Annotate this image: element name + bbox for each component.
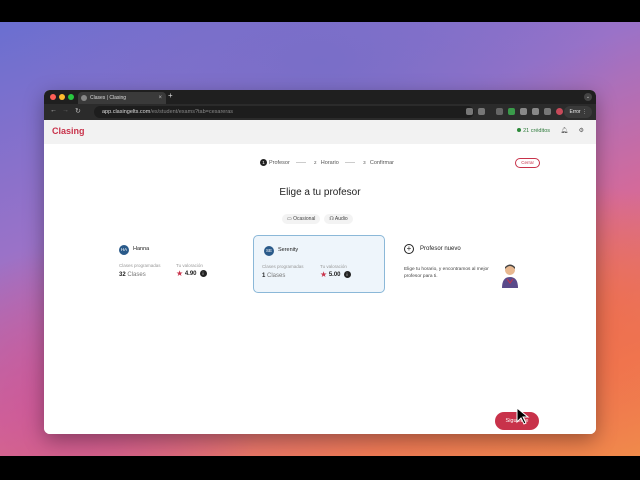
classes-count: 1 Clases: [262, 273, 285, 279]
classes-label: Clases programadas: [119, 263, 161, 268]
error-button[interactable]: Error ⋮: [564, 106, 592, 118]
app-header: Clasing 21 créditos 🔔︎ ⚙︎: [44, 120, 596, 144]
url-host: app.clasingelts.com: [102, 109, 151, 115]
stepper: 1 Profesor 2 Horario 3 Confirmar: [260, 159, 400, 166]
credits-badge[interactable]: 21 créditos: [517, 128, 550, 134]
step-number: 1: [260, 159, 267, 166]
rating: ★ 4.90 i: [176, 269, 207, 278]
rating-value: 5.00: [328, 272, 341, 279]
classes-value: 32: [119, 272, 126, 278]
profile-icon[interactable]: [556, 108, 563, 115]
info-icon[interactable]: i: [343, 271, 351, 278]
tab-search-icon[interactable]: ⌄: [584, 93, 592, 101]
desktop-wallpaper: Clases | Clasing × + ⌄ ← → ↻ app.clasing…: [0, 22, 640, 456]
step-separator: [295, 162, 306, 164]
puzzle-icon[interactable]: [532, 108, 539, 115]
close-tab-icon[interactable]: ×: [158, 92, 162, 104]
modal-title: Elige a tu profesor: [279, 187, 361, 198]
rating-label: Tu valoración: [176, 263, 203, 268]
maximize-window-button[interactable]: [68, 94, 74, 100]
reload-icon[interactable]: ↻: [75, 107, 81, 115]
step-label: Horario: [320, 160, 339, 166]
teacher-card-hanna[interactable]: HA Hanna Clases programadas Tu valoració…: [109, 235, 241, 293]
classes-unit: Clases: [267, 273, 286, 279]
classes-count: 32 Clases: [119, 272, 146, 278]
browser-toolbar: ← → ↻ app.clasingelts.com/es/student/exa…: [44, 104, 596, 120]
star-icon: ★: [176, 269, 184, 278]
rating: ★ 5.00 i: [320, 270, 351, 279]
bookmark-star-icon[interactable]: [478, 108, 485, 115]
close-window-button[interactable]: [50, 94, 56, 100]
step-label: Profesor: [269, 160, 290, 166]
step-number: 3: [363, 160, 366, 165]
extension-icon[interactable]: [496, 108, 503, 115]
rating-value: 4.90: [184, 271, 197, 278]
filter-occasional[interactable]: ▭ Ocasional: [282, 214, 321, 224]
step-separator: [344, 162, 355, 164]
url-path: /es/student/exams?tab=cesareras: [150, 109, 234, 115]
minimize-window-button[interactable]: [59, 94, 65, 100]
step-schedule: 2 Horario: [312, 159, 339, 166]
classes-unit: Clases: [127, 272, 146, 278]
teacher-illustration-icon: [502, 264, 518, 288]
new-teacher-title: Profesor nuevo: [420, 246, 461, 252]
favicon-icon: [81, 95, 87, 101]
class-type-filters: ▭ Ocasional ☊ Audio: [282, 207, 357, 225]
teacher-name: Serenity: [278, 247, 299, 253]
clasing-logo[interactable]: Clasing: [52, 126, 85, 136]
step-confirm: 3 Confirmar: [361, 159, 394, 166]
credits-label: 21 créditos: [523, 128, 550, 134]
new-tab-icon[interactable]: +: [168, 91, 173, 100]
extension-green-icon[interactable]: [508, 108, 515, 115]
back-icon[interactable]: ←: [50, 107, 57, 114]
classes-label: Clases programadas: [262, 264, 304, 269]
sidebar-icon[interactable]: [544, 108, 551, 115]
tab-title: Clases | Clasing: [90, 95, 127, 101]
info-icon[interactable]: i: [199, 270, 207, 277]
forward-icon[interactable]: →: [62, 107, 69, 114]
extension-square-icon[interactable]: [520, 108, 527, 115]
key-icon[interactable]: [466, 108, 473, 115]
rating-label: Tu valoración: [320, 264, 347, 269]
teacher-card-serenity[interactable]: SE Serenity Clases programadas Tu valora…: [253, 235, 385, 293]
step-label: Confirmar: [369, 160, 394, 166]
teacher-avatar: SE: [264, 246, 274, 256]
logo-text: Clasing: [52, 126, 85, 136]
filter-audio[interactable]: ☊ Audio: [324, 214, 353, 224]
teacher-name: Hanna: [133, 246, 150, 252]
step-number: 2: [314, 160, 317, 165]
new-teacher-description: Elige tu horario, y encontramos al mejor…: [404, 267, 489, 279]
filter-label: Audio: [334, 216, 348, 222]
address-bar[interactable]: app.clasingelts.com/es/student/exams?tab…: [94, 106, 474, 118]
error-label: Error: [569, 109, 581, 115]
filter-label: Ocasional: [293, 216, 316, 222]
mouse-cursor-icon: [516, 407, 530, 425]
tab-bar: Clases | Clasing × + ⌄: [44, 90, 596, 104]
credits-icon: [517, 128, 522, 132]
notification-bell-icon[interactable]: 🔔︎: [560, 127, 568, 134]
star-icon: ★: [320, 270, 328, 279]
choose-teacher-modal: 1 Profesor 2 Horario 3 Confirmar Cerrar Elige…: [44, 144, 596, 434]
browser-tab[interactable]: Clases | Clasing ×: [78, 92, 166, 104]
teacher-avatar: HA: [119, 245, 129, 255]
settings-icon[interactable]: ⚙︎: [579, 127, 584, 134]
browser-window: Clases | Clasing × + ⌄ ← → ↻ app.clasing…: [44, 90, 596, 434]
classes-value: 1: [262, 273, 266, 279]
plus-icon: +: [404, 244, 414, 254]
step-teacher: 1 Profesor: [260, 159, 290, 166]
close-button[interactable]: Cerrar: [515, 158, 540, 168]
